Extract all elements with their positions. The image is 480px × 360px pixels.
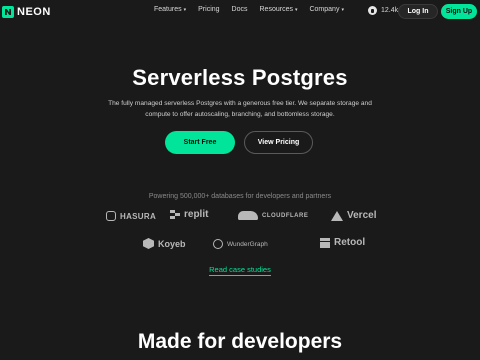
neon-logo[interactable]: NEON [2,4,51,20]
koyeb-icon [143,238,154,249]
github-star-count: 12.4k [381,7,399,14]
triangle-icon [331,210,343,221]
start-free-button[interactable]: Start Free [165,131,235,154]
site-header: NEON Features ▾ Pricing Docs Resources ▾… [0,0,480,24]
retool-icon [320,237,330,248]
view-pricing-button[interactable]: View Pricing [244,131,313,154]
section-title: Made for developers [137,330,343,353]
main-nav: Features ▾ Pricing Docs Resources ▾ Comp… [154,6,344,13]
chevron-down-icon: ▾ [183,6,187,13]
nav-pricing[interactable]: Pricing [198,6,219,13]
wundergraph-icon [213,239,223,249]
login-button[interactable]: Log In [398,4,438,19]
nav-docs[interactable]: Docs [232,6,248,13]
neon-logo-icon [2,6,14,18]
nav-company[interactable]: Company ▾ [309,6,343,13]
partner-logo-wundergraph: WunderGraph [213,239,268,249]
partner-logo-hasura: HASURA [106,211,156,221]
hero-title: Serverless Postgres [132,65,348,90]
partners-heading: Powering 500,000+ databases for develope… [148,193,332,200]
chevron-down-icon: ▾ [341,6,344,13]
case-studies-row: Read case studies [0,265,480,276]
partner-logo-retool: Retool [320,237,365,248]
hasura-icon [106,211,116,221]
nav-resources[interactable]: Resources ▾ [260,6,298,13]
partner-logo-koyeb: Koyeb [143,238,186,249]
replit-icon [170,209,180,220]
github-icon [368,6,377,15]
chevron-down-icon: ▾ [294,6,298,13]
partner-logo-cloudflare: CLOUDFLARE [238,211,308,220]
cloud-icon [238,211,258,220]
brand-name: NEON [17,6,51,18]
hero-subtitle: The fully managed serverless Postgres wi… [108,100,372,118]
github-stars-link[interactable]: 12.4k [368,6,398,15]
partner-logo-vercel: Vercel [331,210,376,221]
signup-button[interactable]: Sign Up [441,4,477,19]
partner-logo-replit: replit [170,209,208,220]
nav-features[interactable]: Features ▾ [154,6,186,13]
read-case-studies-link[interactable]: Read case studies [209,265,271,276]
